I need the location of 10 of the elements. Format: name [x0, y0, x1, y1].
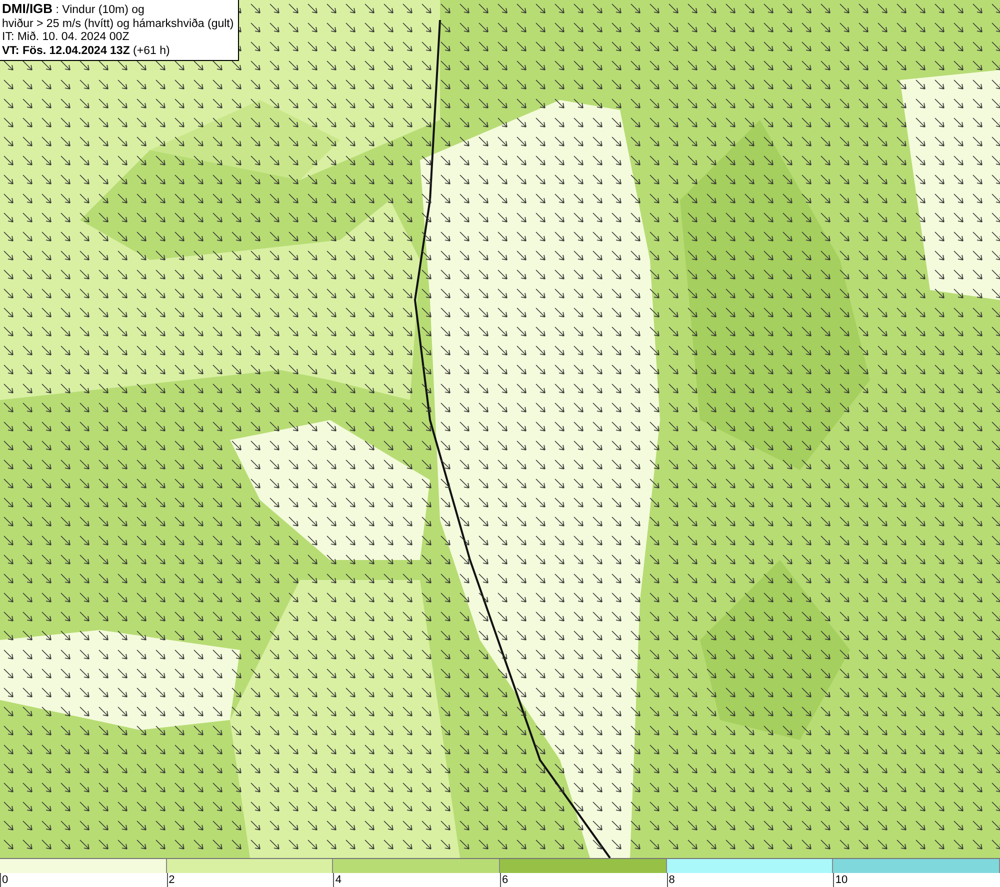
title-line: DMI/IGB : Vindur (10m) og: [2, 2, 146, 18]
scale-tick-label: 4: [333, 873, 500, 887]
scale-tick-label: 6: [500, 873, 667, 887]
scale-tick-label: 2: [166, 873, 334, 887]
subtitle-line: hviður > 25 m/s (hvítt) og hámarkshviða (gult): [2, 18, 234, 31]
initial-time: IT: Mið. 10. 04. 2024 00Z: [2, 31, 130, 44]
valid-time: VT: Fös. 12.04.2024 13Z (+61 h): [2, 44, 171, 58]
scale-tick-label: 10: [833, 873, 1000, 887]
scale-tick-label: 0: [0, 873, 167, 887]
scale-tick-label: 8: [666, 873, 834, 887]
